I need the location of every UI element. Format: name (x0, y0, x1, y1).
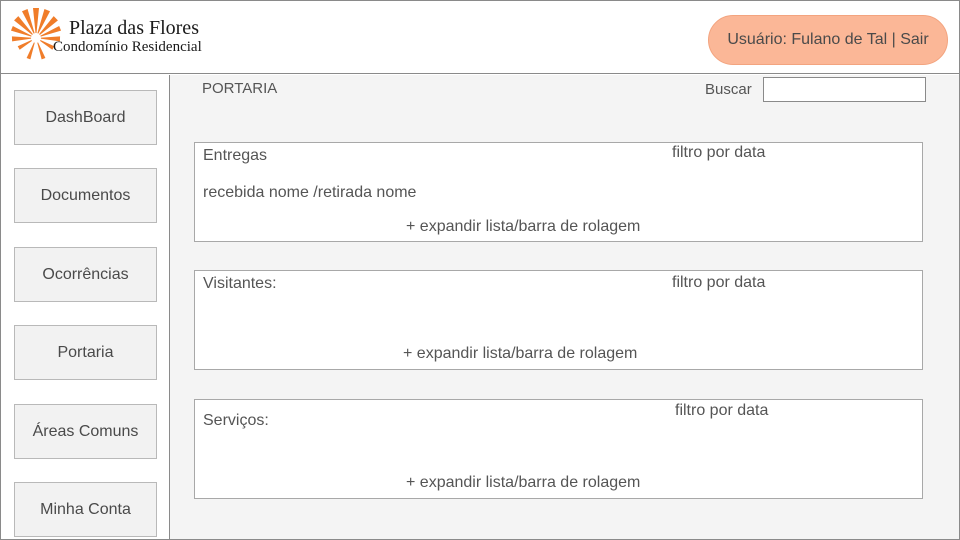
sidebar-item-areas-comuns[interactable]: Áreas Comuns (14, 404, 157, 459)
panel-servicos: Serviços: filtro por data + expandir lis… (194, 399, 923, 499)
list-item: recebida nome /retirada nome (203, 184, 417, 201)
panel-title: Serviços: (203, 412, 269, 429)
page-title: PORTARIA (202, 80, 278, 97)
search-label: Buscar (705, 81, 752, 98)
sidebar-item-documentos[interactable]: Documentos (14, 168, 157, 223)
panel-visitantes: Visitantes: filtro por data + expandir l… (194, 270, 923, 370)
sidebar-item-ocorrencias[interactable]: Ocorrências (14, 247, 157, 302)
panel-title: Visitantes: (203, 275, 277, 292)
expand-list-button[interactable]: + expandir lista/barra de rolagem (406, 218, 640, 236)
sidebar-item-minha-conta[interactable]: Minha Conta (14, 482, 157, 537)
panel-entregas: Entregas filtro por data recebida nome /… (194, 142, 923, 242)
user-logout-button[interactable]: Usuário: Fulano de Tal | Sair (708, 15, 948, 65)
date-filter-button[interactable]: filtro por data (672, 144, 765, 162)
sidebar: DashBoard Documentos Ocorrências Portari… (1, 75, 170, 539)
date-filter-button[interactable]: filtro por data (675, 402, 768, 420)
expand-list-button[interactable]: + expandir lista/barra de rolagem (403, 345, 637, 363)
brand-title: Plaza das Flores (69, 17, 199, 39)
brand-subtitle: Condomínio Residencial (53, 39, 202, 55)
expand-list-button[interactable]: + expandir lista/barra de rolagem (406, 474, 640, 492)
header: Plaza das Flores Condomínio Residencial … (1, 1, 959, 74)
sidebar-item-dashboard[interactable]: DashBoard (14, 90, 157, 145)
sidebar-item-portaria[interactable]: Portaria (14, 325, 157, 380)
search-input[interactable] (763, 77, 926, 102)
main-content: PORTARIA Buscar Entregas filtro por data… (170, 75, 959, 539)
panel-title: Entregas (203, 147, 268, 164)
date-filter-button[interactable]: filtro por data (672, 274, 765, 292)
